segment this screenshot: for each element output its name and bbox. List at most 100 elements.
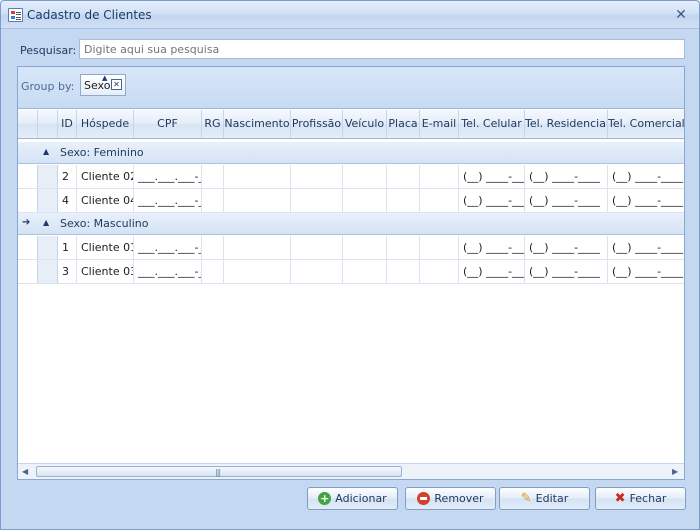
pencil-icon: ✎ <box>520 491 532 506</box>
cell-nascimento[interactable] <box>224 236 291 259</box>
row-selector[interactable] <box>18 236 38 259</box>
column-header-id[interactable]: ID <box>58 110 77 138</box>
groupby-chip-sexo[interactable]: ▲ Sexo ✕ <box>80 74 126 96</box>
column-header-tel-celular[interactable]: Tel. Celular <box>459 110 525 138</box>
column-header-tel-comercial[interactable]: Tel. Comercial <box>608 110 684 138</box>
cell-tel-comercial[interactable]: (__) ____-____ <box>608 189 684 212</box>
cell-veiculo[interactable] <box>343 260 387 283</box>
cell-email[interactable] <box>420 260 459 283</box>
cell-cpf[interactable]: ___.___.___-__ <box>134 165 202 188</box>
cell-veiculo[interactable] <box>343 165 387 188</box>
cell-tel-celular[interactable]: (__) ____-____ <box>459 165 525 188</box>
cell-tel-celular[interactable]: (__) ____-____ <box>459 260 525 283</box>
cell-nascimento[interactable] <box>224 260 291 283</box>
column-header-rg[interactable]: RG <box>202 110 224 138</box>
row-selector[interactable] <box>18 189 38 212</box>
header-group-indent <box>38 110 58 138</box>
collapse-caret-icon[interactable]: ▲ <box>43 147 49 156</box>
horizontal-scrollbar[interactable]: ◀ ||| ▶ <box>18 463 684 479</box>
cell-nascimento[interactable] <box>224 165 291 188</box>
scroll-thumb[interactable]: ||| <box>36 466 402 477</box>
cell-email[interactable] <box>420 189 459 212</box>
row-selector[interactable] <box>18 260 38 283</box>
group-row-feminino[interactable]: ▲ Sexo: Feminino <box>18 142 684 164</box>
cell-tel-comercial[interactable]: (__) ____-____ <box>608 236 684 259</box>
cell-tel-residencial[interactable]: (__) ____-____ <box>525 165 608 188</box>
cell-veiculo[interactable] <box>343 236 387 259</box>
cell-cpf[interactable]: ___.___.___-__ <box>134 260 202 283</box>
cell-cpf[interactable]: ___.___.___-__ <box>134 236 202 259</box>
group-label: Sexo: Masculino <box>60 217 149 230</box>
add-icon: + <box>318 492 332 505</box>
cell-rg[interactable] <box>202 236 224 259</box>
remove-group-icon[interactable]: ✕ <box>111 79 122 90</box>
column-header-veiculo[interactable]: Veículo <box>343 110 387 138</box>
cell-rg[interactable] <box>202 165 224 188</box>
cell-tel-celular[interactable]: (__) ____-____ <box>459 236 525 259</box>
table-row[interactable]: 4 Cliente 04 ___.___.___-__ (__) ____-__… <box>18 189 684 213</box>
table-row[interactable]: 3 Cliente 03 ___.___.___-__ (__) ____-__… <box>18 260 684 284</box>
table-row[interactable]: 1 Cliente 01 ___.___.___-__ (__) ____-__… <box>18 236 684 260</box>
add-button[interactable]: + Adicionar <box>307 487 398 510</box>
cell-hospede[interactable]: Cliente 04 <box>77 189 134 212</box>
cell-tel-comercial[interactable]: (__) ____-____ <box>608 260 684 283</box>
cell-placa[interactable] <box>387 236 420 259</box>
cell-email[interactable] <box>420 165 459 188</box>
column-header-placa[interactable]: Placa <box>387 110 420 138</box>
cell-tel-comercial[interactable]: (__) ____-____ <box>608 165 684 188</box>
collapse-caret-icon[interactable]: ▲ <box>43 218 49 227</box>
groupby-label: Group by: <box>21 80 75 93</box>
cell-tel-residencial[interactable]: (__) ____-____ <box>525 189 608 212</box>
scroll-right-icon[interactable]: ▶ <box>672 467 678 476</box>
edit-button[interactable]: ✎ Editar <box>499 487 590 510</box>
scroll-left-icon[interactable]: ◀ <box>22 467 28 476</box>
column-header-email[interactable]: E-mail <box>420 110 459 138</box>
cell-id[interactable]: 2 <box>58 165 77 188</box>
group-indent <box>38 236 58 259</box>
group-indent <box>38 189 58 212</box>
cell-tel-residencial[interactable]: (__) ____-____ <box>525 236 608 259</box>
cell-hospede[interactable]: Cliente 02 <box>77 165 134 188</box>
cell-rg[interactable] <box>202 260 224 283</box>
cell-nascimento[interactable] <box>224 189 291 212</box>
remove-button[interactable]: Remover <box>405 487 496 510</box>
table-row[interactable]: 2 Cliente 02 ___.___.___-__ (__) ____-__… <box>18 165 684 189</box>
close-x-icon: ✖ <box>614 491 626 506</box>
row-selector[interactable] <box>18 165 38 188</box>
cell-id[interactable]: 4 <box>58 189 77 212</box>
cell-profissao[interactable] <box>291 189 343 212</box>
column-header-hospede[interactable]: Hóspede <box>77 110 134 138</box>
cell-tel-celular[interactable]: (__) ____-____ <box>459 189 525 212</box>
group-indent <box>38 260 58 283</box>
cell-tel-residencial[interactable]: (__) ____-____ <box>525 260 608 283</box>
column-header-cpf[interactable]: CPF <box>134 110 202 138</box>
edit-button-label: Editar <box>535 492 569 505</box>
clients-grid: Group by: ▲ Sexo ✕ ID Hóspede CPF RG Nas… <box>17 66 685 480</box>
cell-placa[interactable] <box>387 165 420 188</box>
search-input[interactable] <box>79 39 685 59</box>
cell-cpf[interactable]: ___.___.___-__ <box>134 189 202 212</box>
cell-placa[interactable] <box>387 189 420 212</box>
cell-rg[interactable] <box>202 189 224 212</box>
column-header-tel-residencial[interactable]: Tel. Residencial <box>525 110 608 138</box>
cell-id[interactable]: 1 <box>58 236 77 259</box>
cell-id[interactable]: 3 <box>58 260 77 283</box>
cell-profissao[interactable] <box>291 260 343 283</box>
cell-profissao[interactable] <box>291 236 343 259</box>
cell-hospede[interactable]: Cliente 01 <box>77 236 134 259</box>
window-close-icon[interactable]: ✕ <box>673 7 689 23</box>
group-indent <box>38 165 58 188</box>
group-row-masculino[interactable]: ➔ ▲ Sexo: Masculino <box>18 213 684 235</box>
group-label: Sexo: Feminino <box>60 146 144 159</box>
cell-placa[interactable] <box>387 260 420 283</box>
app-form-icon <box>8 8 23 22</box>
cell-profissao[interactable] <box>291 165 343 188</box>
cell-email[interactable] <box>420 236 459 259</box>
close-button[interactable]: ✖ Fechar <box>595 487 686 510</box>
column-header-profissao[interactable]: Profissão <box>291 110 343 138</box>
remove-icon <box>417 492 431 505</box>
grip-icon: ||| <box>215 468 221 477</box>
cell-veiculo[interactable] <box>343 189 387 212</box>
column-header-nascimento[interactable]: Nascimento <box>224 110 291 138</box>
cell-hospede[interactable]: Cliente 03 <box>77 260 134 283</box>
